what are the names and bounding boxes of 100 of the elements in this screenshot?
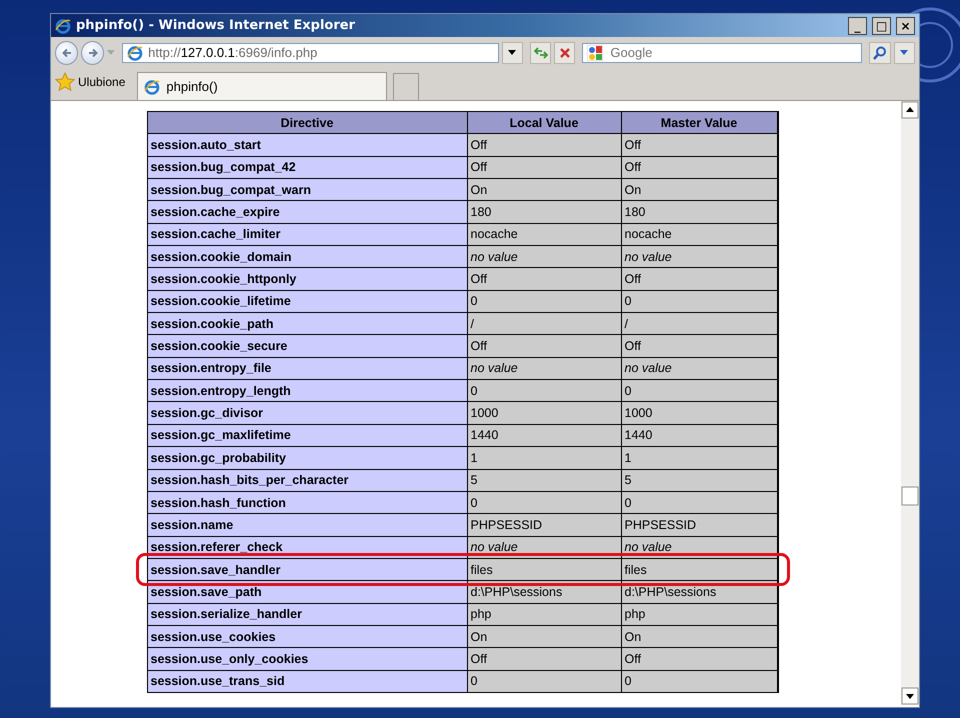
close-icon (558, 46, 571, 58)
table-cell: session.serialize_handler (148, 604, 466, 625)
table-cell: 1000 (622, 402, 776, 424)
table-cell: 5 (622, 470, 776, 491)
search-button[interactable] (869, 42, 891, 64)
table-cell: 0 (622, 670, 776, 692)
browser-icon (55, 18, 71, 34)
table-cell: On (468, 626, 620, 648)
table-cell: session.entropy_length (148, 380, 466, 402)
favorites-button[interactable]: Ulubione (55, 70, 132, 98)
table-cell: no value (622, 358, 776, 380)
table-cell: session.cookie_lifetime (148, 290, 466, 312)
table-cell: On (622, 626, 776, 648)
table-cell: 1440 (468, 424, 620, 446)
table-cell: On (622, 179, 776, 200)
table-cell: PHPSESSID (468, 514, 620, 536)
table-cell: php (468, 604, 620, 625)
table-cell: session.save_handler (148, 558, 466, 580)
table-cell: / (622, 313, 776, 334)
back-arrow-icon (60, 46, 73, 58)
table-cell: session.cookie_path (148, 313, 466, 334)
table-cell: 1440 (622, 424, 776, 446)
table-cell: PHPSESSID (622, 514, 776, 536)
column-header: Local Value (468, 112, 620, 134)
table-cell: session.entropy_file (148, 358, 466, 380)
table-cell: session.hash_bits_per_character (148, 470, 466, 491)
table-cell: 180 (622, 201, 776, 223)
address-field[interactable]: http://127.0.0.1:6969/info.php (122, 42, 499, 62)
table-cell: session.cache_limiter (148, 224, 466, 246)
table-cell: session.bug_compat_warn (148, 179, 466, 200)
url-text: http://127.0.0.1:6969/info.php (148, 45, 318, 60)
forward-button[interactable] (81, 40, 104, 64)
table-cell: 0 (468, 290, 620, 312)
table-cell: session.auto_start (148, 134, 466, 156)
table-cell: Off (622, 648, 776, 670)
scrollbar[interactable] (901, 101, 919, 705)
table-cell: session.cookie_secure (148, 335, 466, 357)
table-cell: files (622, 558, 776, 580)
table-cell: php (622, 604, 776, 625)
table-cell: session.gc_probability (148, 447, 466, 468)
table-cell: session.cookie_httponly (148, 268, 466, 290)
table-cell: Off (468, 134, 620, 156)
maximize-button[interactable]: □ (872, 16, 891, 34)
table-cell: no value (468, 358, 620, 380)
table-cell: nocache (622, 224, 776, 246)
browser-tab[interactable]: phpinfo() (137, 72, 388, 100)
search-field[interactable]: Google (582, 42, 862, 62)
table-cell: 0 (622, 380, 776, 402)
table-cell: nocache (468, 224, 620, 246)
table-cell: 0 (468, 492, 620, 514)
table-cell: 5 (468, 470, 620, 491)
table-cell: session.gc_maxlifetime (148, 424, 466, 446)
column-header: Directive (148, 112, 466, 134)
table-cell: session.cookie_domain (148, 246, 466, 268)
table-cell: session.name (148, 514, 466, 536)
table-cell: no value (468, 246, 620, 268)
table-cell: / (468, 313, 620, 334)
table-cell: session.gc_divisor (148, 402, 466, 424)
search-input[interactable]: Google (608, 44, 858, 61)
search-icon (873, 46, 888, 60)
table-cell: Off (622, 335, 776, 357)
browser-icon (127, 44, 144, 60)
table-cell: 1000 (468, 402, 620, 424)
table-cell: 1 (622, 447, 776, 468)
table-cell: session.hash_function (148, 492, 466, 514)
refresh-icon (534, 46, 548, 58)
table-cell: 0 (468, 670, 620, 692)
table-cell: session.use_cookies (148, 626, 466, 648)
table-cell: session.use_trans_sid (148, 670, 466, 692)
search-options-button[interactable] (894, 42, 915, 64)
star-icon (55, 72, 75, 92)
table-cell: 0 (622, 492, 776, 514)
table-cell: Off (622, 156, 776, 178)
table-cell: session.bug_compat_42 (148, 156, 466, 178)
table-cell: Off (468, 648, 620, 670)
table-cell: files (468, 558, 620, 580)
table-cell: Off (468, 268, 620, 290)
stop-button[interactable] (554, 42, 576, 64)
minimize-button[interactable]: _ (848, 16, 867, 34)
table-cell: 0 (622, 290, 776, 312)
forward-arrow-icon (86, 46, 99, 58)
browser-icon (144, 78, 160, 94)
table-cell: 1 (468, 447, 620, 468)
table-cell: On (468, 179, 620, 200)
refresh-button[interactable] (530, 42, 552, 64)
table-cell: Off (468, 156, 620, 178)
table-cell: Off (622, 134, 776, 156)
table-cell: 180 (468, 201, 620, 223)
column-header: Master Value (622, 112, 776, 134)
dropdown-button[interactable] (502, 42, 523, 64)
search-provider-icon (587, 44, 604, 60)
close-button[interactable]: × (896, 16, 915, 34)
table-cell: session.use_only_cookies (148, 648, 466, 670)
table-cell: session.cache_expire (148, 201, 466, 223)
table-cell: no value (622, 246, 776, 268)
table-cell: 0 (468, 380, 620, 402)
table-cell: Off (468, 335, 620, 357)
caret-icon (508, 50, 516, 55)
caret-icon (900, 50, 908, 55)
back-button[interactable] (55, 40, 78, 64)
